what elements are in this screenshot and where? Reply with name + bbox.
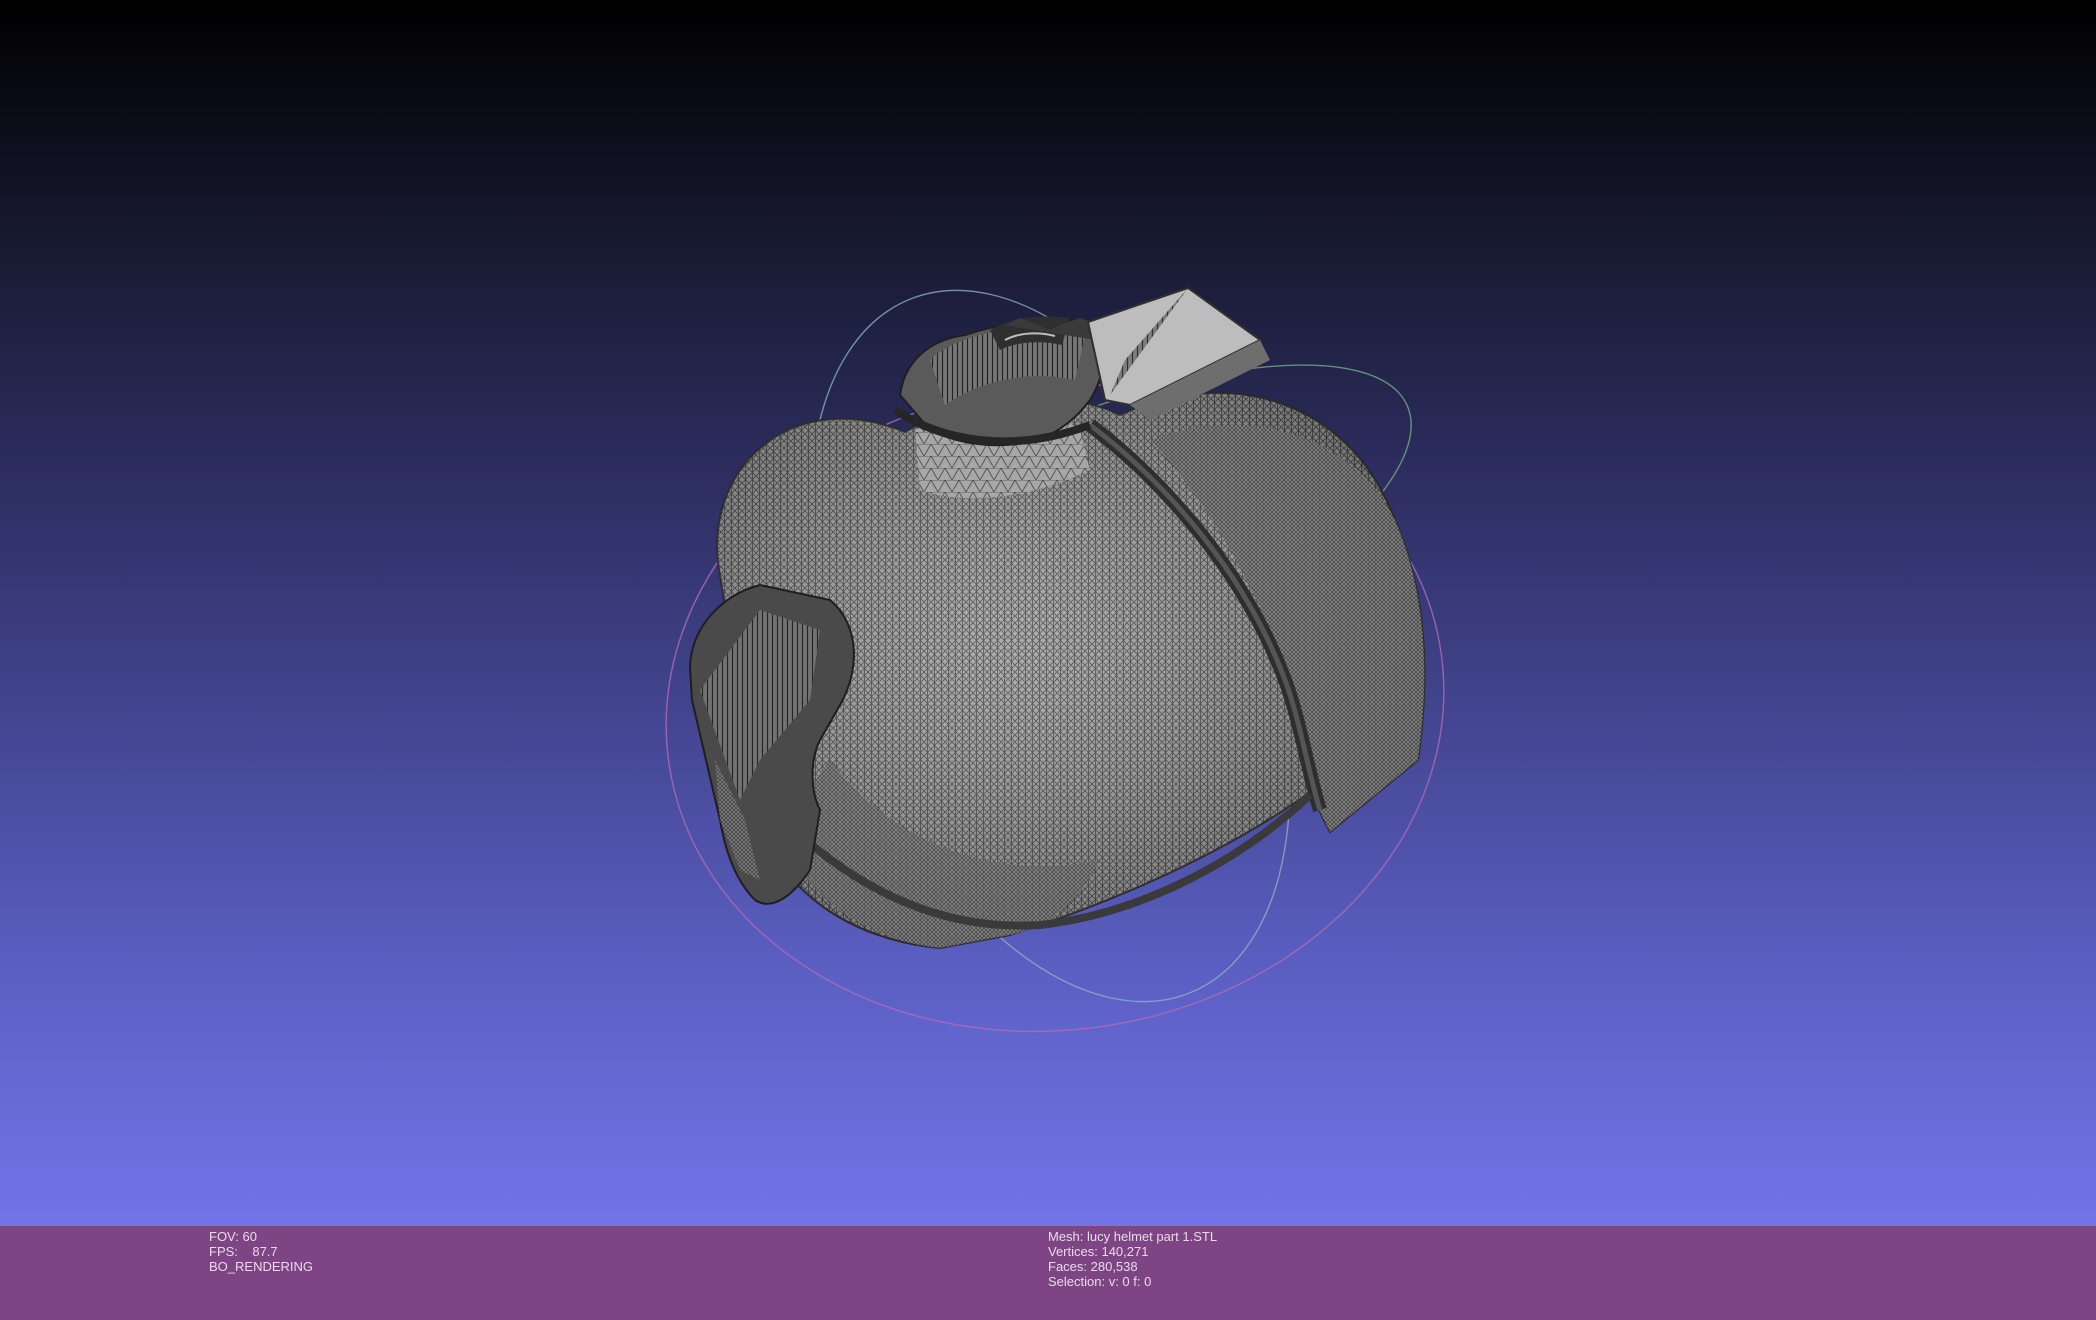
vertex-count: Vertices: 140,271 (1048, 1244, 1149, 1259)
fps-readout: FPS: 87.7 (209, 1244, 278, 1259)
face-count: Faces: 280,538 (1048, 1259, 1138, 1274)
status-bar: FOV: 60 FPS: 87.7 BO_RENDERING Mesh: luc… (0, 1226, 2096, 1320)
mesh-info: Mesh: lucy helmet part 1.STL Vertices: 1… (1048, 1229, 1217, 1289)
3d-viewport[interactable] (0, 0, 2096, 1226)
rendering-mode: BO_RENDERING (209, 1259, 314, 1274)
mesh-name: Mesh: lucy helmet part 1.STL (1048, 1229, 1218, 1244)
mesh-render[interactable] (0, 0, 2096, 1226)
render-info: FOV: 60 FPS: 87.7 BO_RENDERING (209, 1229, 313, 1274)
fov-readout: FOV: 60 (209, 1229, 257, 1244)
selection-readout: Selection: v: 0 f: 0 (1048, 1274, 1152, 1289)
